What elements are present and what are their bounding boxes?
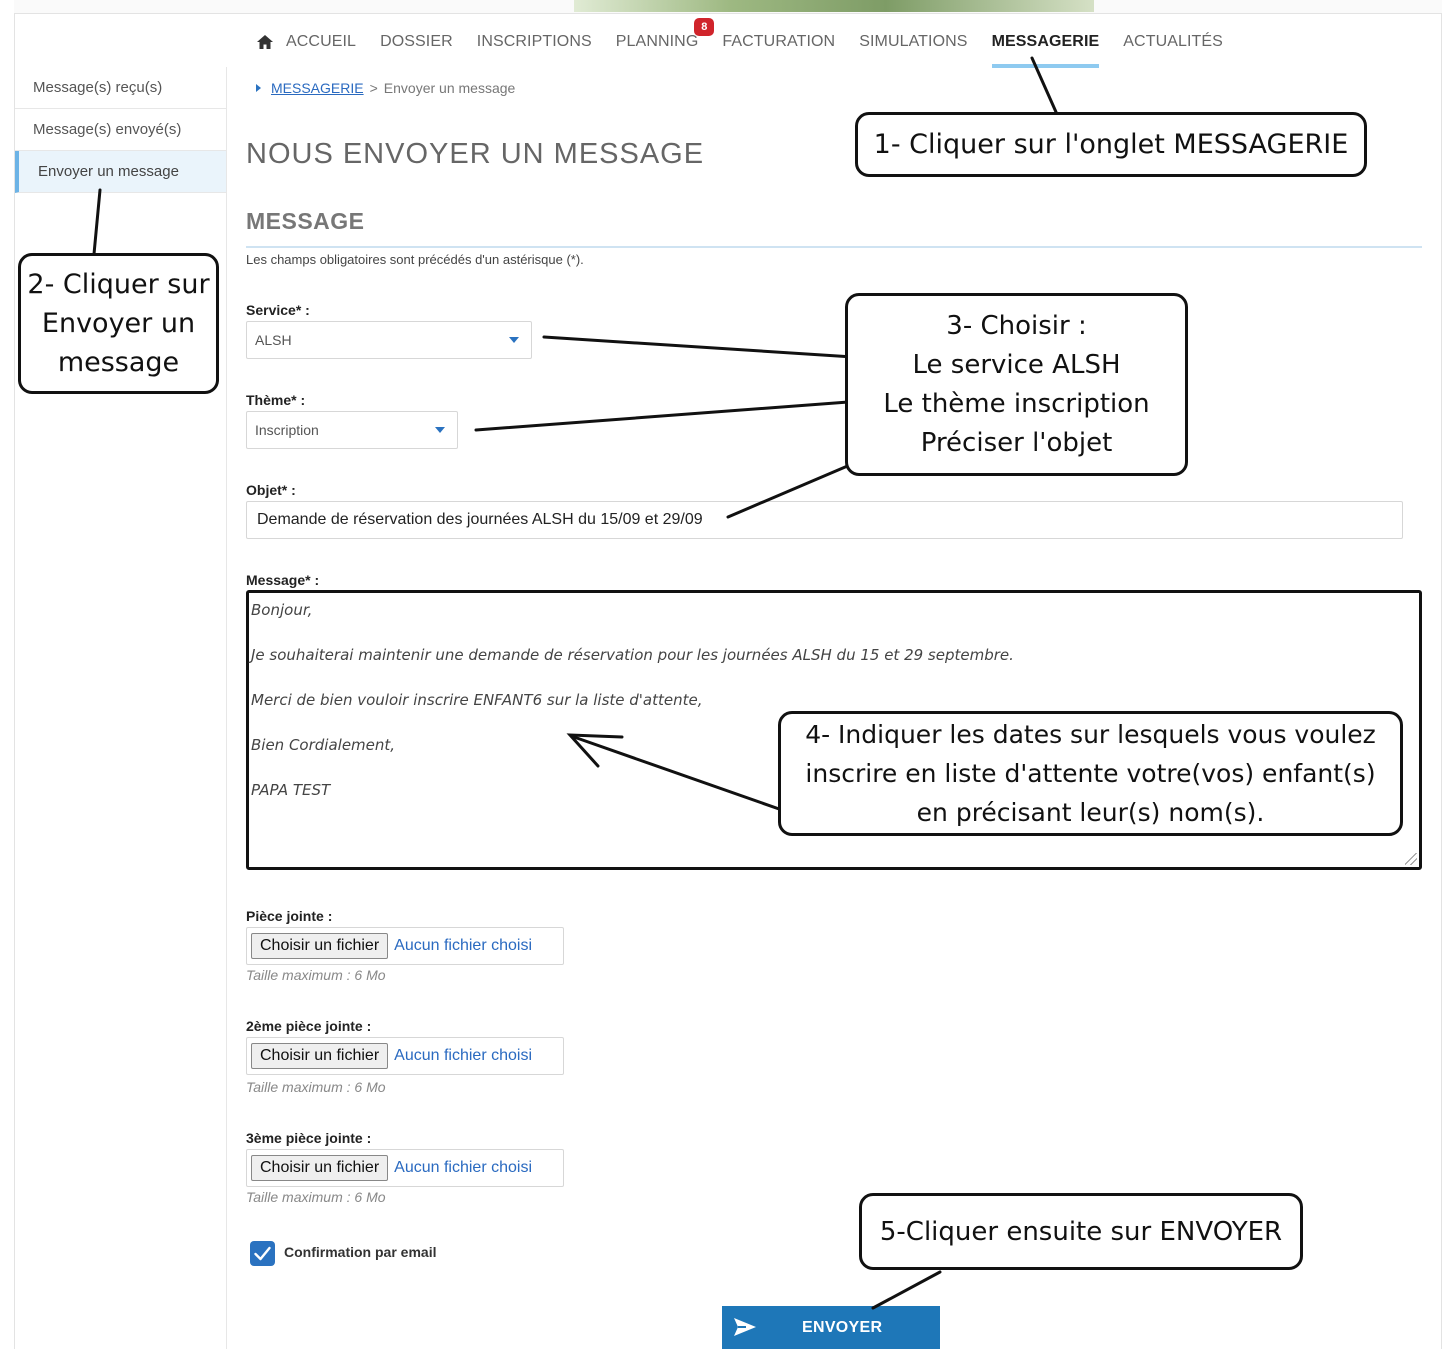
arrow-step3-theme (474, 398, 877, 432)
annotation-line: 1- Cliquer sur l'onglet MESSAGERIE (873, 129, 1349, 160)
annotation-step5: 5-Cliquer ensuite sur ENVOYER (859, 1193, 1303, 1270)
annotation-line: Préciser l'objet (920, 427, 1113, 458)
annotation-line: inscrire en liste d'attente votre(vos) e… (805, 759, 1376, 788)
annotation-line: 2- Cliquer sur (27, 269, 210, 300)
annotation-arrows (92, 56, 1058, 1310)
annotation-line: Envoyer un (41, 308, 196, 339)
arrow-step1 (1030, 56, 1058, 114)
annotation-line: 5-Cliquer ensuite sur ENVOYER (879, 1216, 1283, 1247)
arrow-step5 (871, 1270, 942, 1310)
annotation-step1: 1- Cliquer sur l'onglet MESSAGERIE (855, 112, 1367, 177)
annotation-step4: 4- Indiquer les dates sur lesquels vous … (778, 711, 1403, 836)
annotation-line: 4- Indiquer les dates sur lesquels vous … (805, 720, 1376, 749)
annotation-line: message (57, 347, 180, 378)
annotation-line: Le thème inscription (883, 388, 1150, 419)
annotation-line: 3- Choisir : (946, 310, 1087, 341)
annotation-line: Le service ALSH (912, 349, 1121, 380)
annotation-step3: 3- Choisir : Le service ALSH Le thème in… (845, 293, 1188, 476)
arrow-step2 (92, 188, 102, 256)
annotation-step2: 2- Cliquer sur Envoyer un message (18, 253, 219, 394)
annotation-line: en précisant leur(s) nom(s). (916, 798, 1265, 827)
arrow-step4 (572, 735, 784, 812)
